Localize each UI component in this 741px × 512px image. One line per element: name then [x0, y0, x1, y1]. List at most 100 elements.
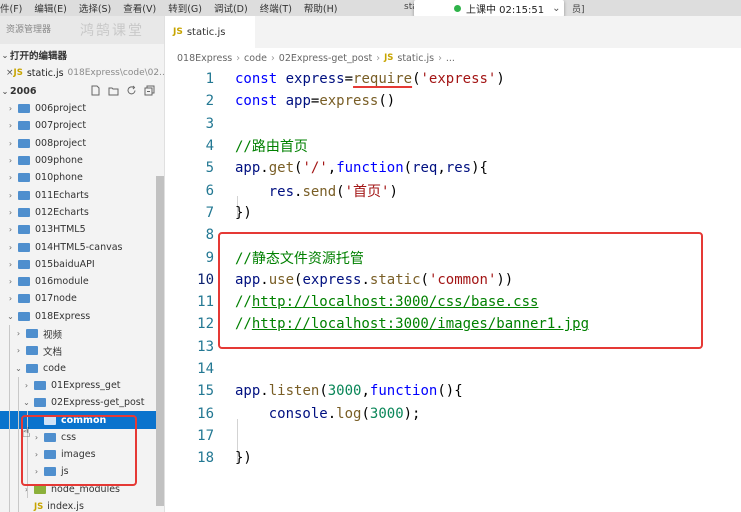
- line-number: 14: [197, 361, 214, 378]
- refresh-icon[interactable]: [126, 85, 137, 96]
- chevron-right-icon: ›: [8, 259, 13, 269]
- code-line[interactable]: 1 const express=require('express'): [165, 68, 741, 90]
- menu-debug[interactable]: 调试(D): [214, 1, 248, 15]
- tree-item[interactable]: › 012Echarts: [0, 204, 156, 221]
- code-line[interactable]: 17: [165, 425, 741, 447]
- breadcrumb-separator: ›: [270, 52, 275, 64]
- breadcrumb-item[interactable]: 02Express-get_post: [279, 53, 372, 64]
- chevron-down-icon: ⌄: [15, 363, 22, 373]
- tree-item[interactable]: › 014HTML5-canvas: [0, 238, 156, 255]
- breadcrumb-item[interactable]: static.js: [397, 53, 434, 64]
- editor-tab-bar: JS static.js: [165, 16, 741, 48]
- open-file-name: static.js: [26, 67, 64, 79]
- menu-view[interactable]: 查看(V): [123, 1, 156, 15]
- code-line[interactable]: 4 //路由首页: [165, 135, 741, 157]
- code-line[interactable]: 7}): [165, 202, 741, 224]
- folder-icon: [18, 207, 30, 217]
- line-number: 7: [205, 204, 214, 221]
- folder-icon: [18, 156, 30, 166]
- tree-item[interactable]: ⌄ 018Express: [0, 308, 156, 325]
- folder-icon: [18, 138, 30, 148]
- menu-help[interactable]: 帮助(H): [304, 1, 338, 15]
- chevron-right-icon: ›: [8, 138, 13, 148]
- menu-go[interactable]: 转到(G): [168, 1, 202, 15]
- tree-item[interactable]: › 011Echarts: [0, 187, 156, 204]
- tree-item[interactable]: › 视频: [0, 325, 156, 342]
- breadcrumb-item[interactable]: ...: [446, 53, 455, 64]
- code-line[interactable]: 15 app.listen(3000,function(){: [165, 380, 741, 402]
- code-line[interactable]: 14: [165, 358, 741, 380]
- code-line[interactable]: 5 app.get('/',function(req,res){: [165, 157, 741, 179]
- workspace-root[interactable]: ⌄ 2006: [0, 83, 164, 100]
- code-line[interactable]: 18}): [165, 447, 741, 469]
- breadcrumb: 018Express › code › 02Express-get_post ›…: [177, 51, 455, 65]
- code-line[interactable]: 16 console.log(3000);: [165, 403, 741, 425]
- watermark-logo: 鸿鹄课堂: [80, 23, 144, 39]
- mouse-cursor-icon: ☝: [22, 425, 31, 441]
- tree-item-label: 文档: [43, 346, 63, 358]
- live-class-badge[interactable]: 上课中 02:15:51 ⌄: [414, 0, 564, 17]
- line-number: 8: [205, 227, 214, 244]
- js-file-icon: JS: [13, 68, 23, 78]
- breadcrumb-item[interactable]: 018Express: [177, 53, 232, 64]
- code-line[interactable]: 3: [165, 113, 741, 135]
- chevron-right-icon: ›: [8, 121, 13, 131]
- tree-item-label: 014HTML5-canvas: [35, 241, 123, 253]
- explorer-header: 资源管理器 鸿鹄课堂: [0, 16, 164, 44]
- tab-static-js[interactable]: JS static.js: [165, 16, 255, 48]
- tree-item[interactable]: › 016module: [0, 273, 156, 290]
- tree-item-label: 012Echarts: [35, 206, 89, 218]
- tree-item[interactable]: › 文档: [0, 342, 156, 359]
- line-number: 4: [205, 138, 214, 155]
- open-editor-item[interactable]: × JS static.js 018Express\code\02...: [0, 65, 164, 81]
- tree-item[interactable]: › 009phone: [0, 152, 156, 169]
- tree-item[interactable]: ⌄ code: [0, 360, 156, 377]
- collapse-all-icon[interactable]: [144, 85, 155, 96]
- chevron-down-icon[interactable]: ⌄: [552, 3, 560, 14]
- tree-item[interactable]: › 010phone: [0, 169, 156, 186]
- line-number: 1: [205, 71, 214, 88]
- tree-item[interactable]: › 017node: [0, 290, 156, 307]
- chevron-right-icon: ›: [8, 225, 13, 235]
- code-line[interactable]: 6 res.send('首页'): [165, 180, 741, 202]
- tab-label: static.js: [186, 26, 226, 38]
- line-number: 15: [197, 383, 214, 400]
- explorer-actions: [90, 85, 155, 96]
- menu-edit[interactable]: 编辑(E): [34, 1, 66, 15]
- explorer-title: 资源管理器: [6, 25, 52, 35]
- new-file-icon[interactable]: [90, 85, 101, 96]
- tree-item-label: 008project: [35, 137, 87, 149]
- folder-icon: [18, 311, 30, 321]
- close-icon[interactable]: ×: [6, 68, 14, 78]
- tree-item-label: index.js: [47, 501, 84, 512]
- window-title-right: 员]: [572, 5, 585, 15]
- tree-item[interactable]: › 015baiduAPI: [0, 256, 156, 273]
- tree-item-label: 011Echarts: [35, 189, 89, 201]
- menu-terminal[interactable]: 终端(T): [260, 1, 292, 15]
- chevron-right-icon: ›: [24, 380, 29, 390]
- menu-selection[interactable]: 选择(S): [79, 1, 111, 15]
- breadcrumb-item[interactable]: code: [244, 53, 267, 64]
- tree-item[interactable]: › 01Express_get: [0, 377, 156, 394]
- tree-item[interactable]: › 008project: [0, 135, 156, 152]
- tree-indent-guide: [9, 324, 10, 512]
- folder-icon: [26, 363, 38, 373]
- chevron-right-icon: ›: [8, 294, 13, 304]
- tree-item[interactable]: › 007project: [0, 117, 156, 134]
- tree-item[interactable]: › 013HTML5: [0, 221, 156, 238]
- tree-item[interactable]: ⌄ 02Express-get_post: [0, 394, 156, 411]
- code-text: app.listen(3000,function(){: [235, 383, 463, 400]
- folder-icon: [18, 121, 30, 131]
- new-folder-icon[interactable]: [108, 85, 119, 96]
- folder-icon: [18, 259, 30, 269]
- open-editors-section[interactable]: ⌄ 打开的编辑器: [0, 47, 67, 63]
- tree-item[interactable]: › 006project: [0, 100, 156, 117]
- js-file-icon: JS: [384, 53, 394, 63]
- sidebar-scrollbar[interactable]: [156, 176, 164, 506]
- menu-file[interactable]: 件(F): [0, 1, 22, 15]
- tree-item[interactable]: JS index.js: [0, 498, 156, 512]
- breadcrumb-separator: ›: [438, 52, 442, 64]
- code-line[interactable]: 2 const app=express(): [165, 90, 741, 112]
- line-number: 11: [197, 294, 214, 311]
- folder-icon: [18, 294, 30, 304]
